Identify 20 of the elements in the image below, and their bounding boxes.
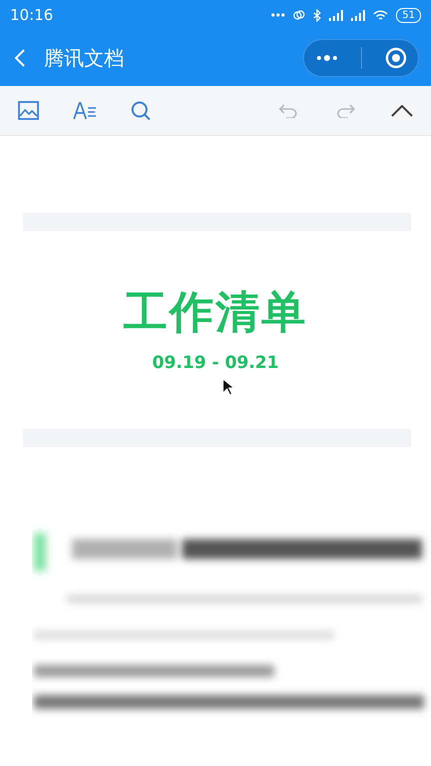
page-title: 腾讯文档 [44,45,125,72]
cursor-icon [222,378,234,396]
capsule-menu[interactable] [303,39,419,77]
back-icon[interactable] [14,48,26,68]
image-icon[interactable] [18,101,39,120]
more-icon[interactable] [316,54,338,62]
signal-icon [329,10,344,20]
battery-level: 51 [396,8,421,22]
more-icon [271,13,286,17]
date-range: 09.19 - 09.21 [152,352,279,375]
close-icon[interactable] [384,47,406,69]
signal-icon [351,10,366,20]
text-format-icon[interactable] [73,102,97,120]
status-time: 10:16 [10,4,54,26]
collapse-icon[interactable] [391,104,413,116]
document-title: 工作清单 [124,291,308,335]
wifi-icon [373,10,388,20]
search-icon[interactable] [131,100,151,120]
link-icon [293,9,306,21]
bluetooth-icon [313,8,322,22]
